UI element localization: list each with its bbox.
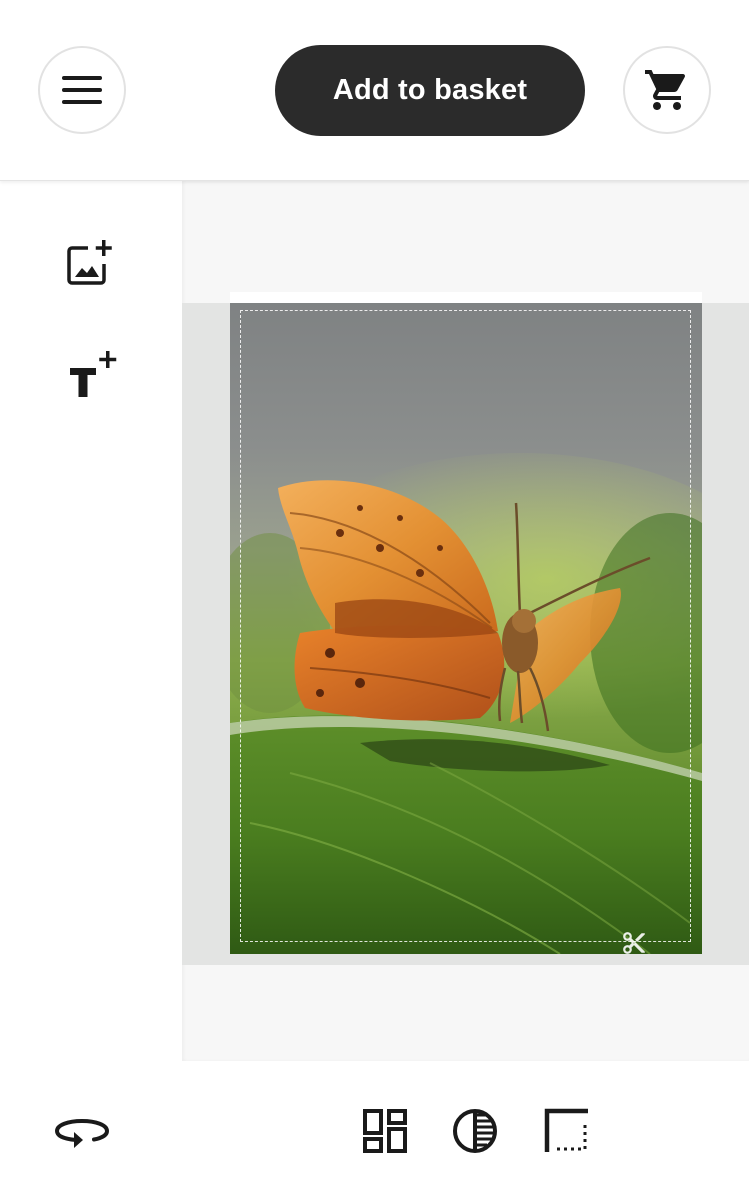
contrast-filter-icon [453, 1109, 497, 1153]
scissors-icon [623, 932, 645, 954]
menu-button[interactable] [38, 46, 126, 134]
shopping-cart-icon [645, 70, 686, 110]
crop-bleed-icon [544, 1108, 588, 1152]
tool-rail [0, 181, 182, 1061]
top-header: Add to basket [0, 0, 749, 181]
add-text-button[interactable] [62, 344, 122, 404]
product-editor: Add to basket [0, 0, 749, 1200]
add-image-button[interactable] [60, 234, 120, 294]
cart-button[interactable] [623, 46, 711, 134]
cut-marker [620, 929, 648, 957]
add-to-basket-button[interactable]: Add to basket [275, 45, 585, 136]
design-canvas [182, 181, 749, 1061]
bleed-crop-button[interactable] [535, 1099, 599, 1163]
layout-grid-icon [363, 1109, 407, 1153]
bottom-toolbar [0, 1061, 749, 1200]
layout-button[interactable] [353, 1099, 417, 1163]
hamburger-menu-icon [62, 76, 102, 104]
rotate-icon [54, 1118, 110, 1148]
filter-button[interactable] [443, 1099, 507, 1163]
butterfly-on-leaf-photo [230, 303, 702, 954]
add-image-icon [67, 240, 112, 285]
rotate-button[interactable] [50, 1099, 114, 1163]
add-text-icon [70, 351, 117, 397]
photo-layer[interactable] [230, 303, 702, 954]
